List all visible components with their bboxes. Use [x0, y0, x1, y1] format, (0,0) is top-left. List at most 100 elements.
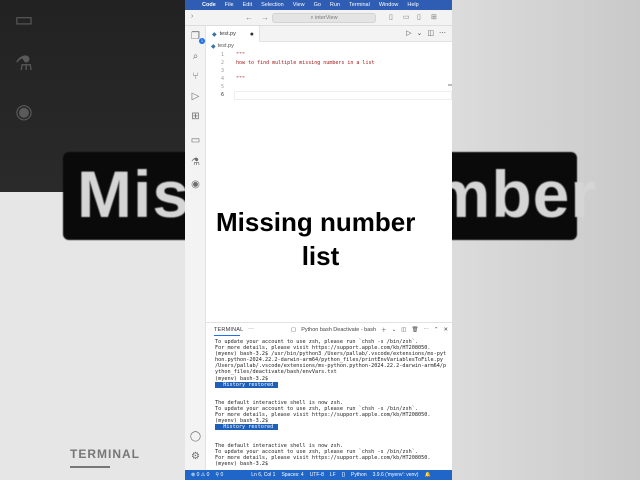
back-arrow-icon[interactable]: ←	[245, 13, 253, 22]
minimap[interactable]	[448, 84, 452, 86]
code-line[interactable]: """	[236, 52, 245, 58]
files-icon[interactable]: ❐ 1	[189, 30, 205, 44]
ports-count: 0	[220, 472, 224, 478]
chevron-down-icon[interactable]: ⌄	[392, 327, 397, 333]
menu-window[interactable]: Window	[379, 2, 399, 8]
unsaved-dot-icon[interactable]: ●	[250, 31, 254, 38]
line-number: 5	[220, 84, 224, 90]
editor-tab-bar: ◆ test.py ● ▷ ⌄ ◫ ⋯	[206, 26, 452, 42]
extensions-icon[interactable]: ⊞	[189, 110, 202, 123]
indentation[interactable]: Spaces: 4	[281, 472, 303, 478]
remote-icon: ▭	[14, 9, 34, 31]
toggle-panel-icon[interactable]: ▭	[403, 13, 410, 21]
bottom-panel: TERMINAL ··· ▢ Python bash Deactivate - …	[206, 322, 452, 470]
menu-view[interactable]: View	[293, 2, 305, 8]
terminal-line-text: For more details, please visit https://s…	[215, 454, 431, 461]
terminal-line-text: For more details, please visit https://s…	[215, 412, 431, 419]
code-line[interactable]: """	[236, 76, 245, 82]
video-frame: ▭ ⚗ ◉ Missing number TERMINAL Code File …	[0, 0, 640, 480]
background-terminal-label: TERMINAL	[70, 447, 140, 461]
menu-selection[interactable]: Selection	[261, 2, 284, 8]
menu-file[interactable]: File	[225, 2, 234, 8]
menu-bar: Code File Edit Selection View Go Run Ter…	[185, 0, 452, 10]
terminal-toolbar: ▢ Python bash Deactivate - bash ＋ ⌄ ◫ 🗑 …	[291, 326, 448, 334]
chevron-down-icon[interactable]: ⌄	[417, 29, 423, 37]
command-center-search[interactable]: ⌕ interView	[272, 13, 376, 23]
search-icon[interactable]: ⌕	[189, 50, 202, 63]
editor-actions: ▷ ⌄ ◫ ⋯	[406, 29, 446, 37]
maximize-panel-icon[interactable]: ⌃	[434, 327, 439, 333]
terminal-line-text: (myenv) bash-3.2$	[215, 418, 269, 425]
background-terminal-underline	[70, 466, 110, 468]
files-badge: 1	[199, 38, 205, 44]
menu-terminal[interactable]: Terminal	[349, 2, 370, 8]
problems-indicator[interactable]: ⊗ 0 ⚠ 0	[191, 472, 209, 478]
history-restored-badge: History restored	[215, 424, 279, 431]
status-bar: ⊗ 0 ⚠ 0 ⚲ 0 Ln 6, Col 1 Spaces: 4 UTF-8 …	[185, 470, 452, 480]
menu-go[interactable]: Go	[314, 2, 321, 8]
menu-edit[interactable]: Edit	[243, 2, 252, 8]
breadcrumb-file[interactable]: test.py	[218, 43, 234, 50]
terminal-line-text: For more details, please visit https://s…	[215, 345, 431, 352]
breadcrumb: ◆ test.py	[211, 43, 234, 50]
close-panel-icon[interactable]: ✕	[444, 327, 449, 333]
cursor-position[interactable]: Ln 6, Col 1	[251, 472, 275, 478]
code-editor[interactable]: 1 """ 2 how to find multiple missing num…	[206, 50, 452, 322]
encoding[interactable]: UTF-8	[310, 472, 324, 478]
terminal-instance-label[interactable]: Python bash Deactivate - bash	[301, 327, 376, 333]
toggle-secondary-sidebar-icon[interactable]: ▯	[417, 13, 421, 21]
language-mode[interactable]: Python	[351, 472, 367, 478]
terminal-line-text: (myenv) bash-3.2$	[215, 375, 269, 382]
notifications-bell-icon[interactable]: 🔔	[424, 472, 430, 478]
end-of-line[interactable]: LF	[330, 472, 336, 478]
panel-more-tabs[interactable]: ···	[248, 326, 254, 332]
terminal-line-text: The default interactive shell is now zsh…	[215, 442, 344, 449]
line-number: 4	[220, 76, 224, 82]
python-file-icon: ◆	[212, 31, 217, 38]
terminal-line-text: To update your account to use zsh, pleas…	[215, 448, 419, 455]
split-editor-icon[interactable]: ◫	[427, 29, 434, 37]
more-actions-icon[interactable]: ⋯	[439, 29, 446, 37]
chevron-right-icon[interactable]: ›	[191, 13, 193, 20]
forward-arrow-icon[interactable]: →	[261, 13, 269, 22]
remote-icon[interactable]: ▭	[189, 134, 202, 147]
terminal-output[interactable]: To update your account to use zsh, pleas…	[215, 339, 451, 467]
tab-filename: test.py	[219, 31, 236, 37]
run-debug-icon[interactable]: ▷	[189, 90, 202, 103]
background-blur-right	[452, 0, 640, 480]
menu-run[interactable]: Run	[330, 2, 340, 8]
terminal-line-text: hon.python-2024.22.2-darwin-arm64/python…	[215, 357, 443, 364]
layout-icon[interactable]: ⊞	[431, 13, 437, 21]
menu-help[interactable]: Help	[407, 2, 418, 8]
new-terminal-icon[interactable]: ＋	[381, 326, 387, 334]
menu-app[interactable]: Code	[202, 2, 216, 8]
history-restored-badge: History restored	[215, 381, 279, 388]
history-nav: ← →	[245, 13, 269, 22]
source-control-icon[interactable]: ⑂	[189, 70, 202, 83]
python-interpreter[interactable]: 3.9.6 ('myenv': venv)	[373, 472, 419, 478]
line-number: 3	[220, 68, 224, 74]
terminal-line-text: To update your account to use zsh, pleas…	[215, 339, 419, 345]
tab-terminal[interactable]: TERMINAL	[214, 327, 243, 333]
more-actions-icon[interactable]: ⋯	[423, 327, 429, 333]
activity-bar: ❐ 1 ⌕ ⑂ ▷ ⊞ ▭ ⚗ ◉ ◯ ⚙	[185, 26, 206, 470]
toggle-sidebar-icon[interactable]: ▯	[389, 13, 393, 21]
ports-indicator[interactable]: ⚲ 0	[215, 472, 223, 478]
line-number-current: 6	[220, 92, 224, 98]
code-line[interactable]: how to find multiple missing numbers in …	[236, 60, 374, 66]
trash-icon[interactable]: 🗑	[411, 327, 418, 333]
terminal-line-text: (myenv) bash-3.2$ /usr/bin/python3 /User…	[215, 351, 447, 358]
caption-line-1: Missing number	[211, 204, 428, 240]
tab-test-py[interactable]: ◆ test.py ●	[206, 26, 260, 42]
line-number: 1	[220, 52, 224, 58]
line-number: 2	[220, 60, 224, 66]
split-terminal-icon[interactable]: ◫	[401, 327, 406, 333]
terminal-line-text: (myenv) bash-3.2$	[215, 460, 269, 467]
testing-icon[interactable]: ⚗	[189, 156, 202, 169]
settings-gear-icon[interactable]: ⚙	[189, 450, 202, 463]
run-python-icon[interactable]: ▷	[406, 29, 411, 37]
account-icon[interactable]: ◯	[189, 430, 202, 443]
current-line-highlight	[234, 91, 452, 100]
language-braces[interactable]: {}	[342, 472, 345, 478]
docker-icon[interactable]: ◉	[189, 178, 202, 191]
